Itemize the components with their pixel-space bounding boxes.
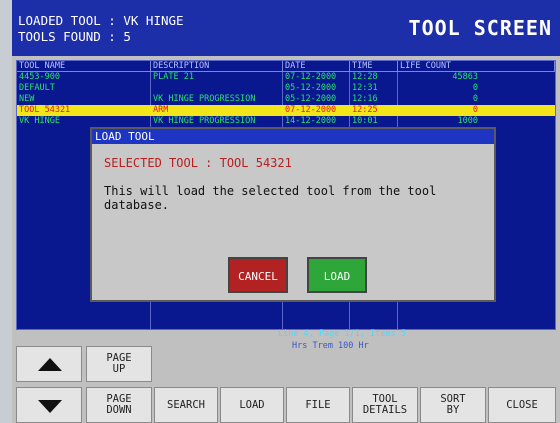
- cell-time: 12:28: [352, 72, 378, 82]
- load-button[interactable]: LOAD: [220, 387, 284, 423]
- tool-details-button[interactable]: TOOL DETAILS: [352, 387, 418, 423]
- column-header-tool-name[interactable]: TOOL NAME: [17, 61, 151, 72]
- cell-life-count: 0: [472, 94, 478, 104]
- cell-description: VK HINGE PROGRESSION: [153, 116, 256, 126]
- cell-time: 10:01: [352, 116, 378, 126]
- cell-tool-name: DEFAULT: [19, 83, 55, 93]
- sort-by-button[interactable]: SORT BY: [420, 387, 486, 423]
- cell-life-count: 45863: [452, 72, 478, 82]
- cell-date: 14-12-2000: [285, 116, 337, 126]
- cell-tool-name: 4453-900: [19, 72, 60, 82]
- scroll-down-button[interactable]: [16, 387, 82, 423]
- column-header-time[interactable]: TIME: [350, 61, 398, 72]
- selected-tool-label: SELECTED TOOL : TOOL 54321: [104, 156, 292, 170]
- cell-date: 07-12-2000: [285, 105, 337, 115]
- screen-title: TOOL SCREEN: [408, 16, 552, 40]
- page-down-button[interactable]: PAGE DOWN: [86, 387, 152, 423]
- page-up-button[interactable]: PAGE UP: [86, 346, 152, 382]
- cell-tool-name: TOOL 54321: [19, 105, 71, 115]
- cell-life-count: 0: [472, 105, 478, 115]
- table-row[interactable]: NEW VK HINGE PROGRESSION 05-12-2000 12:1…: [17, 94, 555, 105]
- tool-screen: LOADED TOOL : VK HINGE TOOLS FOUND : 5 TO…: [12, 0, 560, 423]
- cell-time: 12:25: [352, 105, 378, 115]
- table-row-selected[interactable]: TOOL 54321 ARM 07-12-2000 12:25 0: [17, 105, 555, 116]
- cell-date: 05-12-2000: [285, 83, 337, 93]
- triangle-down-icon: [38, 400, 62, 413]
- cell-description: VK HINGE PROGRESSION: [153, 94, 256, 104]
- scroll-up-button[interactable]: [16, 346, 82, 382]
- cancel-button[interactable]: CANCEL: [228, 257, 288, 293]
- table-status: Line 4, Page 1/1, Items 5: [278, 329, 406, 339]
- cell-description: PLATE 21: [153, 72, 194, 82]
- table-status-secondary: Hrs Trem 100 Hr: [292, 341, 369, 351]
- tools-found-label: TOOLS FOUND : 5: [18, 29, 131, 44]
- header-bar: LOADED TOOL : VK HINGE TOOLS FOUND : 5 TO…: [12, 0, 560, 56]
- close-button[interactable]: CLOSE: [488, 387, 556, 423]
- cell-time: 12:16: [352, 94, 378, 104]
- cell-date: 05-12-2000: [285, 94, 337, 104]
- table-row[interactable]: DEFAULT 05-12-2000 12:31 0: [17, 83, 555, 94]
- load-confirm-button[interactable]: LOAD: [307, 257, 367, 293]
- table-row[interactable]: VK HINGE VK HINGE PROGRESSION 14-12-2000…: [17, 116, 555, 127]
- cell-time: 12:31: [352, 83, 378, 93]
- column-header-life-count[interactable]: LIFE COUNT: [398, 61, 555, 72]
- cell-tool-name: NEW: [19, 94, 35, 104]
- search-button[interactable]: SEARCH: [154, 387, 218, 423]
- column-header-date[interactable]: DATE: [283, 61, 350, 72]
- table-row[interactable]: 4453-900 PLATE 21 07-12-2000 12:28 45863: [17, 72, 555, 83]
- cell-tool-name: VK HINGE: [19, 116, 60, 126]
- cell-date: 07-12-2000: [285, 72, 337, 82]
- dialog-title: LOAD TOOL: [92, 129, 494, 144]
- loaded-tool-label: LOADED TOOL : VK HINGE: [18, 13, 184, 28]
- column-header-description[interactable]: DESCRIPTION: [151, 61, 283, 72]
- triangle-up-icon: [38, 358, 62, 371]
- cell-life-count: 1000: [457, 116, 478, 126]
- dialog-message: This will load the selected tool from th…: [104, 184, 437, 212]
- cell-description: [151, 83, 283, 94]
- file-button[interactable]: FILE: [286, 387, 350, 423]
- cell-description: ARM: [153, 105, 169, 115]
- cell-life-count: 0: [472, 83, 478, 93]
- header-info: LOADED TOOL : VK HINGE TOOLS FOUND : 5: [18, 13, 184, 45]
- load-tool-dialog: LOAD TOOL SELECTED TOOL : TOOL 54321 Thi…: [90, 127, 496, 302]
